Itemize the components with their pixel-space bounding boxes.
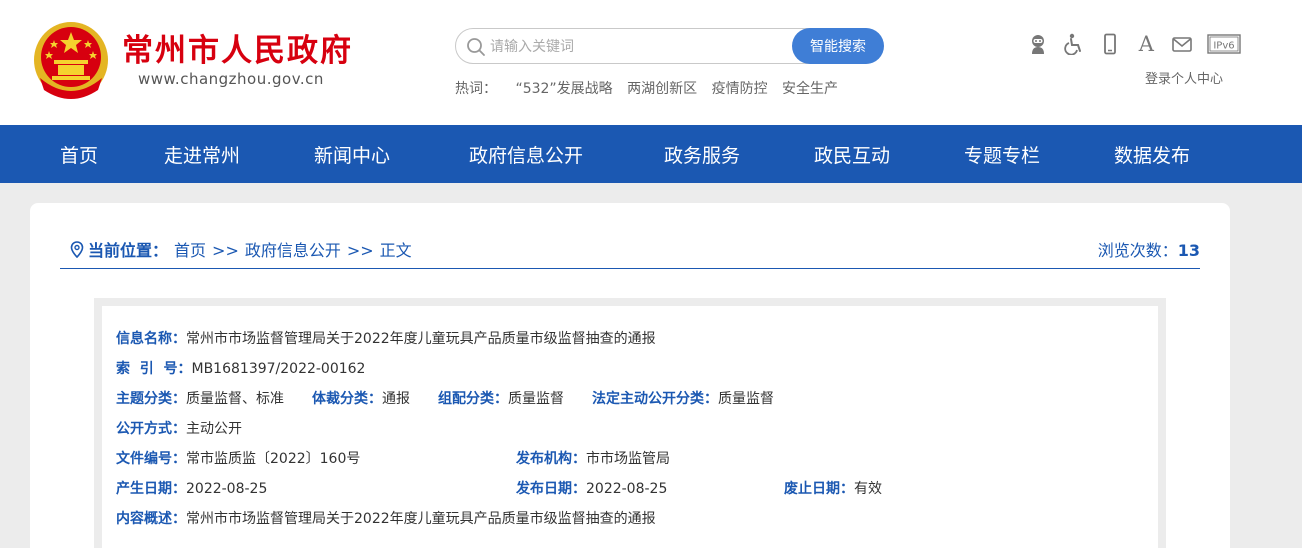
info-publisher-label: 发布机构： <box>516 451 586 467</box>
view-count: 浏览次数：13 <box>1098 237 1200 261</box>
info-published-date-label: 发布日期： <box>516 481 586 497</box>
breadcrumb-gov-info[interactable]: 政府信息公开 <box>245 241 341 260</box>
info-doc-number: 文件编号：常市监质监〔2022〕160号 <box>116 448 360 468</box>
location-pin-icon <box>70 241 84 258</box>
nav-item-topics[interactable]: 专题专栏 <box>964 141 1040 168</box>
view-count-value: 13 <box>1177 241 1200 260</box>
breadcrumb-divider <box>60 268 1200 269</box>
search-icon <box>467 38 485 56</box>
accessibility-icon[interactable] <box>1063 33 1085 55</box>
mobile-icon[interactable] <box>1099 33 1121 55</box>
breadcrumb-separator: >> <box>346 241 374 260</box>
hot-words-label: 热词： <box>455 81 497 97</box>
info-org-category-value: 质量监督 <box>508 391 564 407</box>
nav-item-services[interactable]: 政务服务 <box>664 141 740 168</box>
info-open-method-value: 主动公开 <box>186 421 242 437</box>
nav-item-news[interactable]: 新闻中心 <box>314 141 390 168</box>
info-legal-category: 法定主动公开分类：质量监督 <box>592 388 774 408</box>
info-topic-value: 质量监督、标准 <box>186 391 284 407</box>
info-genre: 体裁分类：通报 <box>312 388 410 408</box>
info-doc-number-label: 文件编号： <box>116 451 186 467</box>
info-created-date: 产生日期：2022-08-25 <box>116 478 267 498</box>
hot-word-link[interactable]: “532”发展战略 <box>515 81 612 97</box>
robot-icon[interactable] <box>1027 33 1049 55</box>
info-doc-number-value: 常市监质监〔2022〕160号 <box>186 451 361 467</box>
info-index-label: 索 引 号： <box>116 361 192 377</box>
site-name[interactable]: 常州市人民政府 <box>122 32 353 70</box>
info-summary-label: 内容概述： <box>116 511 186 527</box>
font-size-icon[interactable]: A <box>1135 33 1157 55</box>
info-row-index: 索 引 号：MB1681397/2022-00162 <box>116 358 365 378</box>
info-row-doc-number: 文件编号：常市监质监〔2022〕160号 发布机构：市市场监管局 <box>116 448 1146 468</box>
info-created-date-value: 2022-08-25 <box>186 481 268 497</box>
info-name-value: 常州市市场监督管理局关于2022年度儿童玩具产品质量市级监督抽查的通报 <box>186 331 656 347</box>
breadcrumb-home[interactable]: 首页 <box>174 241 206 260</box>
hot-words: 热词： “532”发展战略 两湖创新区 疫情防控 安全生产 <box>455 78 848 98</box>
breadcrumb-label: 当前位置： <box>88 241 169 260</box>
info-publisher-value: 市市场监管局 <box>586 451 670 467</box>
info-row-open-method: 公开方式：主动公开 <box>116 418 242 438</box>
nav-item-gov-info[interactable]: 政府信息公开 <box>469 141 583 168</box>
info-publisher: 发布机构：市市场监管局 <box>516 448 670 468</box>
mail-icon[interactable] <box>1171 33 1193 55</box>
hot-word-link[interactable]: 两湖创新区 <box>627 81 697 97</box>
search-input[interactable] <box>490 35 790 59</box>
info-topic-label: 主题分类： <box>116 391 186 407</box>
hot-word-link[interactable]: 安全生产 <box>782 81 838 97</box>
main-nav: 首页 走进常州 新闻中心 政府信息公开 政务服务 政民互动 专题专栏 数据发布 <box>0 125 1302 183</box>
info-open-method-label: 公开方式： <box>116 421 186 437</box>
national-emblem-logo[interactable] <box>32 18 110 100</box>
info-name-label: 信息名称： <box>116 331 186 347</box>
view-count-label: 浏览次数： <box>1097 241 1178 260</box>
info-org-category-label: 组配分类： <box>438 391 508 407</box>
breadcrumb-separator: >> <box>212 241 239 260</box>
info-published-date-value: 2022-08-25 <box>586 481 668 497</box>
info-topic: 主题分类：质量监督、标准 <box>116 388 284 408</box>
info-expiry-date: 废止日期：有效 <box>784 478 882 498</box>
info-legal-category-value: 质量监督 <box>718 391 774 407</box>
info-row-categories: 主题分类：质量监督、标准 体裁分类：通报 组配分类：质量监督 法定主动公开分类：… <box>116 388 1146 408</box>
nav-item-home[interactable]: 首页 <box>60 141 98 168</box>
info-row-name: 信息名称：常州市市场监督管理局关于2022年度儿童玩具产品质量市级监督抽查的通报 <box>116 328 656 348</box>
info-metadata-box: 信息名称：常州市市场监督管理局关于2022年度儿童玩具产品质量市级监督抽查的通报… <box>94 298 1166 548</box>
nav-item-data[interactable]: 数据发布 <box>1114 141 1190 168</box>
login-personal-center-link[interactable]: 登录个人中心 <box>1145 68 1223 87</box>
info-row-summary: 内容概述：常州市市场监督管理局关于2022年度儿童玩具产品质量市级监督抽查的通报 <box>116 508 656 528</box>
info-genre-label: 体裁分类： <box>312 391 382 407</box>
info-published-date: 发布日期：2022-08-25 <box>516 478 667 498</box>
info-expiry-date-label: 废止日期： <box>784 481 854 497</box>
info-created-date-label: 产生日期： <box>116 481 186 497</box>
site-url: www.changzhou.gov.cn <box>138 70 324 88</box>
ipv6-label: IPv6 <box>1214 41 1235 52</box>
info-summary-value: 常州市市场监督管理局关于2022年度儿童玩具产品质量市级监督抽查的通报 <box>186 511 656 527</box>
info-row-dates: 产生日期：2022-08-25 发布日期：2022-08-25 废止日期：有效 <box>116 478 1146 498</box>
hot-word-link[interactable]: 疫情防控 <box>712 81 768 97</box>
breadcrumb: 当前位置： 首页 >> 政府信息公开 >> 正文 <box>70 237 412 261</box>
info-org-category: 组配分类：质量监督 <box>438 388 564 408</box>
nav-item-interaction[interactable]: 政民互动 <box>814 141 890 168</box>
info-metadata-inner: 信息名称：常州市市场监督管理局关于2022年度儿童玩具产品质量市级监督抽查的通报… <box>102 306 1158 548</box>
content-panel: 当前位置： 首页 >> 政府信息公开 >> 正文 浏览次数：13 信息名称：常州市市场监督… <box>30 203 1230 548</box>
ipv6-icon[interactable]: IPv6 <box>1207 33 1242 55</box>
nav-item-about[interactable]: 走进常州 <box>164 141 240 168</box>
info-genre-value: 通报 <box>382 391 410 407</box>
info-expiry-date-value: 有效 <box>854 481 882 497</box>
breadcrumb-current: 正文 <box>379 241 412 260</box>
smart-search-button[interactable]: 智能搜索 <box>792 28 884 64</box>
info-index-value: MB1681397/2022-00162 <box>191 361 366 377</box>
header-tools: A IPv6 <box>1027 33 1250 57</box>
info-legal-category-label: 法定主动公开分类： <box>592 391 718 407</box>
